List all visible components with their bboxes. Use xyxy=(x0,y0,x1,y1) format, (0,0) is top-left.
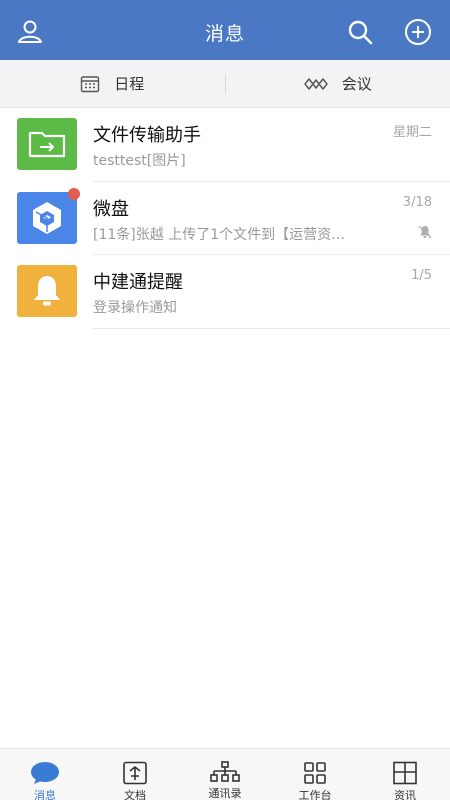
conversation-name: 中建通提醒 xyxy=(93,272,183,293)
tab-contacts[interactable]: 通讯录 xyxy=(180,749,270,800)
conversation-time: 星期二 xyxy=(392,125,432,140)
tab-news[interactable]: 资讯 xyxy=(360,749,450,800)
tab-label: 消息 xyxy=(34,789,56,800)
tab-label: 文档 xyxy=(124,789,146,800)
grid-icon xyxy=(303,761,327,785)
folder-transfer-icon xyxy=(17,118,77,170)
meeting-button[interactable]: 会议 xyxy=(226,60,450,107)
micro-disk-icon xyxy=(17,191,77,244)
add-circle-icon[interactable] xyxy=(404,18,432,46)
meeting-label: 会议 xyxy=(341,75,372,93)
conversation-item[interactable]: 中建通提醒 登录操作通知 1/5 xyxy=(0,255,450,329)
meeting-icon xyxy=(303,77,328,90)
conversation-preview: 登录操作通知 xyxy=(93,300,177,316)
tab-messages[interactable]: 消息 xyxy=(0,749,90,800)
tab-label: 工作台 xyxy=(298,789,332,800)
conversation-preview: testtest[图片] xyxy=(93,153,186,169)
conversation-time: 1/5 xyxy=(411,268,432,283)
divider xyxy=(93,327,450,329)
org-chart-icon xyxy=(209,761,241,783)
mute-bell-icon xyxy=(418,224,432,243)
unread-badge xyxy=(68,187,80,200)
search-icon[interactable] xyxy=(346,18,374,46)
schedule-button[interactable]: 日程 xyxy=(0,60,225,107)
document-icon xyxy=(122,761,148,785)
chat-bubble-icon xyxy=(30,761,60,785)
conversation-name: 微盘 xyxy=(93,198,129,220)
calendar-icon xyxy=(81,75,100,92)
tab-documents[interactable]: 文档 xyxy=(90,749,180,800)
app-header: 消息 xyxy=(0,0,450,60)
conversation-preview: [11条]张越 上传了1个文件到【运营资… xyxy=(93,226,346,243)
conversation-item[interactable]: 微盘 [11条]张越 上传了1个文件到【运营资… 3/18 xyxy=(0,182,450,255)
conversation-item[interactable]: 文件传输助手 testtest[图片] 星期二 xyxy=(0,108,450,182)
schedule-label: 日程 xyxy=(114,75,145,93)
quick-entry-bar: 日程 会议 xyxy=(0,60,450,108)
tab-label: 资讯 xyxy=(394,789,416,800)
conversation-name: 文件传输助手 xyxy=(93,125,201,146)
tab-label: 通讯录 xyxy=(208,787,242,800)
conversation-time: 3/18 xyxy=(402,194,432,210)
conversation-list: 文件传输助手 testtest[图片] 星期二 微盘 [11条]张越 上传了1个… xyxy=(0,108,450,329)
bell-icon xyxy=(17,265,77,317)
bottom-tab-bar: 消息 文档 通讯录 工作台 资讯 xyxy=(0,748,450,800)
page-title: 消息 xyxy=(204,23,245,45)
tab-workbench[interactable]: 工作台 xyxy=(270,749,360,800)
news-icon xyxy=(392,761,418,785)
